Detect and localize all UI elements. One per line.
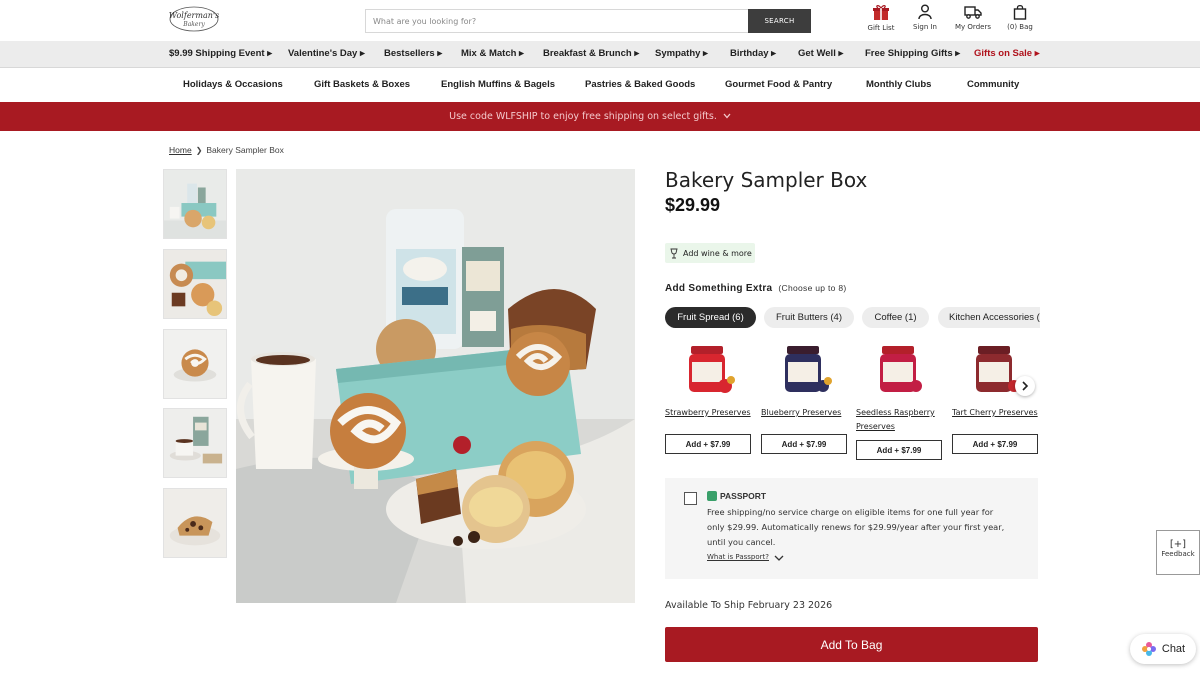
logo-subtext: Bakery bbox=[182, 21, 205, 28]
add-extra-button-3[interactable]: Add + $7.99 bbox=[856, 440, 942, 460]
site-header: Wolferman's Bakery SEARCH Gift List Sign… bbox=[0, 0, 1200, 41]
extra-item-name[interactable]: Seedless Raspberry Preserves bbox=[856, 406, 944, 434]
nav-monthly-clubs[interactable]: Monthly Clubs bbox=[866, 79, 931, 90]
nav-gifts-on-sale[interactable]: Gifts on Sale ▸ bbox=[974, 48, 1039, 59]
logo-text: Wolferman's bbox=[169, 11, 219, 20]
wolfermans-logo[interactable]: Wolferman's Bakery bbox=[168, 5, 220, 33]
passport-box: PASSPORT Free shipping/no service charge… bbox=[665, 478, 1038, 579]
passport-brand-text: PASSPORT bbox=[720, 491, 767, 501]
breadcrumb-home[interactable]: Home bbox=[169, 145, 192, 155]
promo-banner[interactable]: Use code WLFSHIP to enjoy free shipping … bbox=[0, 102, 1200, 131]
nav-get-well[interactable]: Get Well ▸ bbox=[798, 48, 843, 59]
add-extra-button-1[interactable]: Add + $7.99 bbox=[665, 434, 751, 454]
chat-label: Chat bbox=[1161, 643, 1186, 655]
passport-checkbox[interactable] bbox=[684, 492, 697, 505]
nav-gift-baskets[interactable]: Gift Baskets & Boxes bbox=[314, 79, 410, 90]
preserves-jar-image[interactable] bbox=[870, 342, 930, 398]
passport-logo-icon bbox=[707, 491, 717, 501]
nav-shipping-event[interactable]: $9.99 Shipping Event ▸ bbox=[169, 48, 272, 59]
availability-text: Available To Ship February 23 2026 bbox=[665, 600, 833, 611]
extra-item-name[interactable]: Blueberry Preserves bbox=[761, 406, 849, 420]
sign-in-link[interactable]: Sign In bbox=[902, 4, 948, 31]
feedback-tab[interactable]: [+] Feedback bbox=[1156, 530, 1200, 575]
extra-item-name[interactable]: Strawberry Preserves bbox=[665, 406, 753, 420]
product-price: $29.99 bbox=[665, 195, 721, 215]
gift-list-link[interactable]: Gift List bbox=[858, 4, 904, 32]
nav-community[interactable]: Community bbox=[967, 79, 1019, 90]
feedback-label: Feedback bbox=[1161, 550, 1195, 558]
extra-item-1: Strawberry Preserves bbox=[665, 342, 753, 420]
passport-brand: PASSPORT bbox=[707, 491, 766, 501]
tab-fruit-butters[interactable]: Fruit Butters (4) bbox=[764, 307, 854, 328]
nav-free-shipping-gifts[interactable]: Free Shipping Gifts ▸ bbox=[865, 48, 960, 59]
nav-pastries[interactable]: Pastries & Baked Goods bbox=[585, 79, 695, 90]
tab-kitchen-accessories[interactable]: Kitchen Accessories ( bbox=[938, 307, 1040, 328]
secondary-nav: Holidays & Occasions Gift Baskets & Boxe… bbox=[0, 68, 1200, 102]
chevron-right-icon bbox=[1022, 381, 1029, 391]
add-extra-subtitle: (Choose up to 8) bbox=[778, 283, 847, 293]
thumbnail-5[interactable] bbox=[163, 488, 227, 558]
extra-category-tabs: Fruit Spread (6) Fruit Butters (4) Coffe… bbox=[665, 307, 1040, 329]
nav-sympathy[interactable]: Sympathy ▸ bbox=[655, 48, 708, 59]
breadcrumb: Home ❯ Bakery Sampler Box bbox=[169, 145, 284, 155]
chevron-down-icon[interactable] bbox=[774, 554, 784, 562]
bag-link[interactable]: (0) Bag bbox=[997, 4, 1043, 31]
what-is-passport-link[interactable]: What is Passport? bbox=[707, 553, 769, 561]
add-wine-label: Add wine & more bbox=[683, 248, 752, 258]
chat-flower-icon bbox=[1141, 642, 1156, 656]
nav-english-muffins[interactable]: English Muffins & Bagels bbox=[441, 79, 555, 90]
tab-coffee[interactable]: Coffee (1) bbox=[862, 307, 929, 328]
search-bar: SEARCH bbox=[365, 9, 811, 33]
feedback-icon: [+] bbox=[1169, 539, 1187, 550]
add-extra-button-2[interactable]: Add + $7.99 bbox=[761, 434, 847, 454]
add-extra-title: Add Something Extra bbox=[665, 283, 773, 294]
bag-icon bbox=[1013, 4, 1027, 20]
preserves-jar-image[interactable] bbox=[679, 342, 739, 398]
chevron-down-icon[interactable] bbox=[722, 111, 732, 121]
preserves-jar-image[interactable] bbox=[775, 342, 835, 398]
search-button[interactable]: SEARCH bbox=[748, 9, 811, 33]
add-extra-heading: Add Something Extra (Choose up to 8) bbox=[665, 283, 847, 294]
nav-mix-match[interactable]: Mix & Match ▸ bbox=[461, 48, 524, 59]
primary-nav: $9.99 Shipping Event ▸ Valentine's Day ▸… bbox=[0, 41, 1200, 68]
product-title: Bakery Sampler Box bbox=[665, 168, 868, 192]
promo-text: Use code WLFSHIP to enjoy free shipping … bbox=[449, 111, 717, 122]
truck-icon bbox=[964, 6, 982, 19]
wine-glass-icon bbox=[670, 248, 678, 258]
sign-in-label: Sign In bbox=[913, 23, 937, 31]
nav-breakfast-brunch[interactable]: Breakfast & Brunch ▸ bbox=[543, 48, 639, 59]
add-extra-button-4[interactable]: Add + $7.99 bbox=[952, 434, 1038, 454]
tab-fruit-spread[interactable]: Fruit Spread (6) bbox=[665, 307, 756, 328]
breadcrumb-separator: ❯ bbox=[195, 146, 203, 155]
gift-list-label: Gift List bbox=[867, 24, 895, 32]
passport-description: Free shipping/no service charge on eligi… bbox=[707, 507, 1005, 547]
add-wine-button[interactable]: Add wine & more bbox=[665, 243, 755, 263]
thumbnail-4[interactable] bbox=[163, 408, 227, 478]
nav-bestsellers[interactable]: Bestsellers ▸ bbox=[384, 48, 442, 59]
extra-item-2: Blueberry Preserves bbox=[761, 342, 849, 420]
thumbnail-1[interactable] bbox=[163, 169, 227, 239]
carousel-next-button[interactable] bbox=[1015, 376, 1035, 396]
product-main-image[interactable] bbox=[236, 169, 635, 603]
my-orders-link[interactable]: My Orders bbox=[950, 4, 996, 31]
gift-icon bbox=[873, 5, 889, 20]
extra-item-name[interactable]: Tart Cherry Preserves bbox=[952, 406, 1040, 420]
thumbnail-2[interactable] bbox=[163, 249, 227, 319]
extra-item-3: Seedless Raspberry Preserves bbox=[856, 342, 944, 434]
thumbnail-3[interactable] bbox=[163, 329, 227, 399]
breadcrumb-current: Bakery Sampler Box bbox=[206, 145, 284, 155]
chat-button[interactable]: Chat bbox=[1130, 634, 1196, 664]
nav-holidays-occasions[interactable]: Holidays & Occasions bbox=[183, 79, 283, 90]
nav-valentines-day[interactable]: Valentine's Day ▸ bbox=[288, 48, 365, 59]
search-input[interactable] bbox=[366, 10, 750, 32]
bag-label: (0) Bag bbox=[1007, 23, 1033, 31]
person-icon bbox=[918, 4, 932, 20]
nav-birthday[interactable]: Birthday ▸ bbox=[730, 48, 776, 59]
nav-gourmet-food[interactable]: Gourmet Food & Pantry bbox=[725, 79, 832, 90]
my-orders-label: My Orders bbox=[955, 23, 991, 31]
add-to-bag-button[interactable]: Add To Bag bbox=[665, 627, 1038, 662]
